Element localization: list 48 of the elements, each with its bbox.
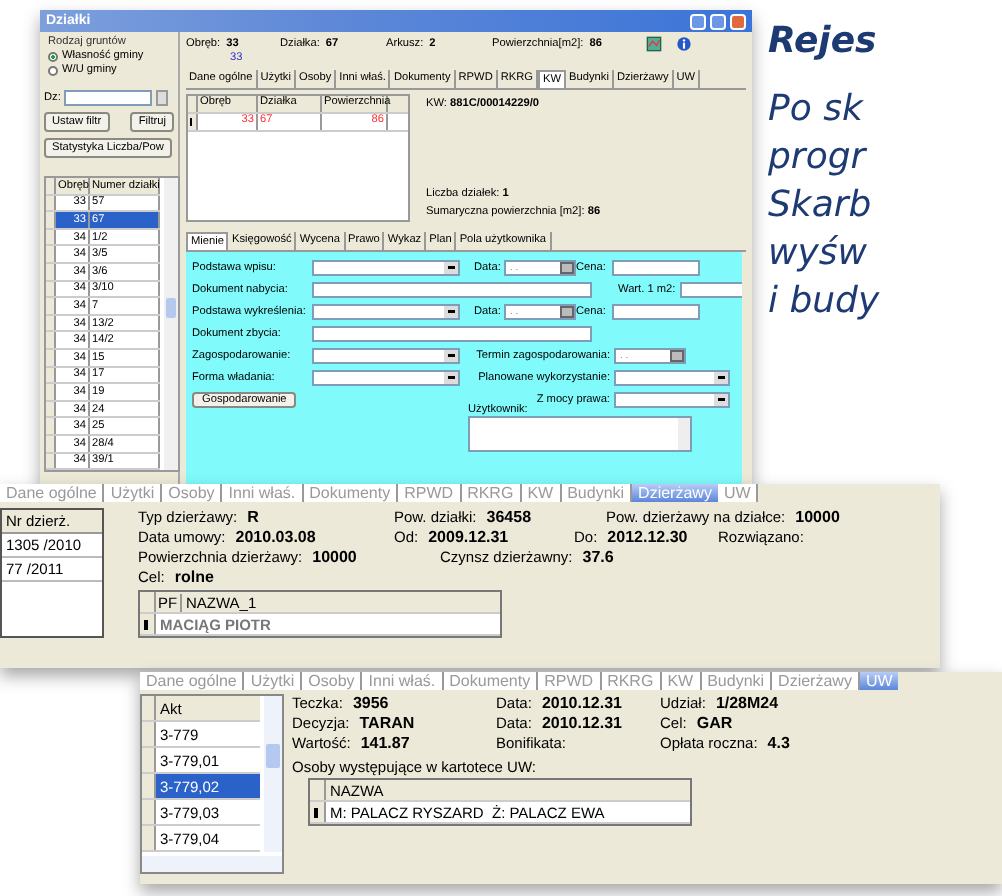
field-value: 3956: [352, 694, 389, 712]
input-field[interactable]: [612, 259, 700, 275]
maximize-button[interactable]: [710, 13, 726, 29]
paragraph-line: progr: [768, 134, 869, 182]
field-value: 2009.12.31: [428, 528, 509, 546]
dropdown[interactable]: [312, 303, 460, 319]
field-value: 37.6: [582, 548, 614, 566]
heading: Rejes: [768, 20, 879, 62]
minimize-button[interactable]: [690, 13, 706, 29]
input-field[interactable]: [612, 303, 700, 319]
paragraph-line: Po sk: [768, 86, 866, 134]
input-field[interactable]: [679, 281, 742, 297]
dropdown[interactable]: [614, 391, 730, 407]
input-field[interactable]: [312, 281, 592, 297]
dz-field[interactable]: [64, 90, 153, 106]
dropdown[interactable]: [312, 347, 460, 363]
field-value: 2010.12.31: [541, 694, 622, 712]
browse-button[interactable]: [156, 90, 169, 106]
paragraph-line: wyśw: [768, 230, 869, 278]
field-value: R: [247, 508, 259, 526]
map-icon[interactable]: [646, 36, 662, 52]
field-value: 36458: [486, 508, 532, 526]
scrollbar[interactable]: [142, 856, 282, 872]
dropdown[interactable]: [312, 369, 460, 385]
user-textarea[interactable]: [468, 416, 692, 452]
calendar-icon[interactable]: [670, 349, 684, 361]
field-value: 2012.12.30: [607, 528, 688, 546]
close-button[interactable]: [730, 13, 746, 29]
field-value: 10000: [312, 548, 357, 566]
paragraph-line: Skarb: [768, 182, 874, 230]
field-value: 1/28M24: [715, 694, 779, 712]
scrollbar[interactable]: [264, 696, 282, 852]
calendar-icon[interactable]: [560, 305, 574, 317]
field-value: 4.3: [767, 734, 790, 752]
field-value: GAR: [696, 714, 733, 732]
info-icon[interactable]: [676, 36, 692, 52]
calendar-icon[interactable]: [560, 261, 574, 273]
scrollbar[interactable]: [164, 178, 178, 471]
input-field[interactable]: [312, 325, 592, 341]
field-value: rolne: [174, 568, 214, 586]
field-value: TARAN: [359, 714, 415, 732]
field-value: 10000: [795, 508, 840, 526]
field-value: 2010.03.08: [235, 528, 316, 546]
paragraph-line: i budy: [768, 278, 880, 326]
dropdown[interactable]: [312, 259, 460, 275]
field-value: 141.87: [360, 734, 410, 752]
dropdown[interactable]: [614, 369, 730, 385]
field-value: 2010.12.31: [541, 714, 622, 732]
